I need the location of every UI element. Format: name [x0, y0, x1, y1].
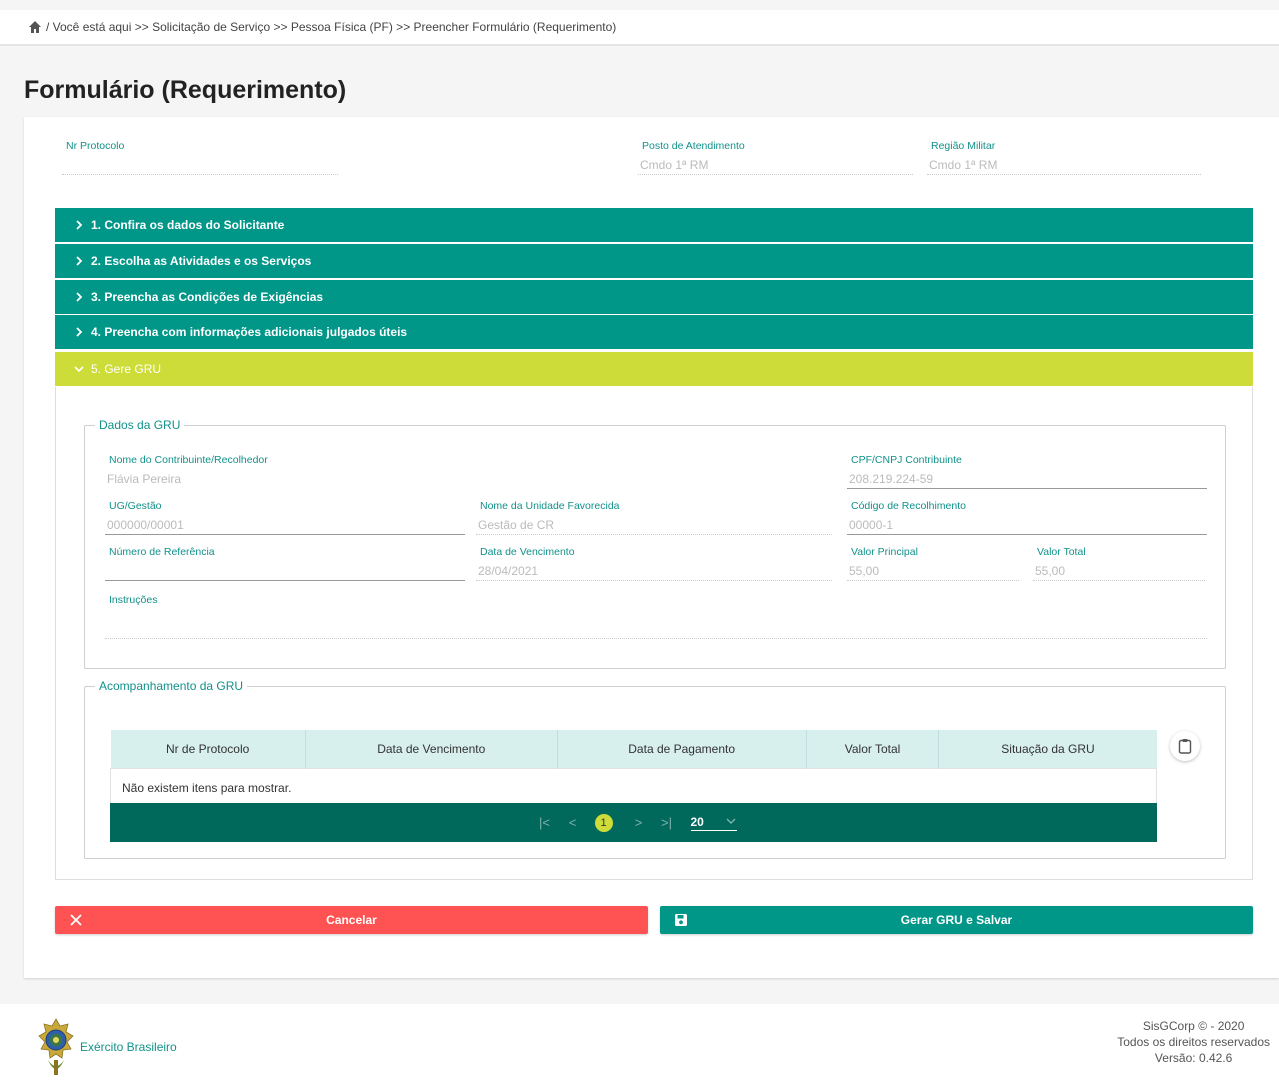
section-1-header[interactable]: 1. Confira os dados do Solicitante: [55, 208, 1253, 242]
total-input: 55,00: [1033, 562, 1205, 581]
home-icon[interactable]: [28, 20, 42, 34]
cpf-label: CPF/CNPJ Contribuinte: [851, 454, 962, 466]
post-label: Posto de Atendimento: [642, 140, 745, 152]
footer: Exército Brasileiro SisGCorp © - 2020 To…: [0, 1004, 1279, 1088]
footer-copyright: SisGCorp © - 2020: [1142, 1019, 1245, 1033]
principal-input: 55,00: [847, 562, 1019, 581]
section-1-label: 1. Confira os dados do Solicitante: [91, 218, 285, 232]
contributor-input: Flávia Pereira: [107, 472, 182, 486]
last-page-icon[interactable]: >|: [659, 815, 675, 830]
cpf-field: CPF/CNPJ Contribuinte 208.219.224-59: [847, 454, 1207, 489]
section-2-label: 2. Escolha as Atividades e os Serviços: [91, 254, 312, 268]
gru-tracking-table: Nr de Protocolo Data de Vencimento Data …: [110, 730, 1157, 807]
first-page-icon[interactable]: |<: [537, 815, 553, 830]
due-date-input: 28/04/2021: [476, 562, 832, 581]
gru-data-fieldset: Dados da GRU Nome do Contribuinte/Recolh…: [84, 418, 1226, 669]
total-label: Valor Total: [1037, 546, 1086, 558]
instructions-input[interactable]: [105, 610, 1207, 639]
clipboard-icon: [1178, 739, 1192, 754]
cpf-input: 208.219.224-59: [847, 470, 1207, 489]
protocol-label: Nr Protocolo: [66, 140, 125, 152]
footer-info: SisGCorp © - 2020 Todos os direitos rese…: [1117, 1018, 1270, 1066]
contributor-field: Nome do Contribuinte/Recolhedor Flávia P…: [105, 454, 825, 488]
ug-input: 000000/00001: [105, 516, 465, 535]
footer-version: Versão: 0.42.6: [1154, 1051, 1233, 1065]
region-label: Região Militar: [931, 140, 996, 152]
page-size-select[interactable]: 20: [690, 814, 737, 831]
section-3-label: 3. Preencha as Condições de Exigências: [91, 290, 324, 304]
chevron-right-icon: [76, 327, 83, 337]
due-date-field: Data de Vencimento 28/04/2021: [476, 546, 832, 581]
unit-name-label: Nome da Unidade Favorecida: [480, 500, 620, 512]
breadcrumb-text: / Você está aqui >> Solicitação de Servi…: [46, 20, 617, 34]
reference-label: Número de Referência: [109, 546, 215, 558]
page-size-value: 20: [690, 814, 704, 829]
region-field: Região Militar Cmdo 1ª RM: [927, 140, 1201, 175]
footer-rights: Todos os direitos reservados: [1117, 1035, 1270, 1049]
principal-label: Valor Principal: [851, 546, 918, 558]
contributor-label: Nome do Contribuinte/Recolhedor: [109, 454, 268, 466]
column-header[interactable]: Valor Total: [806, 730, 940, 769]
gru-tracking-legend: Acompanhamento da GRU: [99, 679, 244, 693]
reference-input[interactable]: [105, 562, 465, 581]
ug-field: UG/Gestão 000000/00001: [105, 500, 465, 535]
section-5-body: Dados da GRU Nome do Contribuinte/Recolh…: [55, 387, 1253, 880]
reference-field: Número de Referência: [105, 546, 465, 581]
chevron-right-icon: [76, 256, 83, 266]
principal-field: Valor Principal 55,00: [847, 546, 1019, 581]
section-5-header[interactable]: 5. Gere GRU: [55, 352, 1253, 386]
cancel-label: Cancelar: [326, 913, 377, 927]
section-4-label: 4. Preencha com informações adicionais j…: [91, 325, 408, 339]
post-input: Cmdo 1ª RM: [638, 156, 913, 175]
unit-name-field: Nome da Unidade Favorecida Gestão de CR: [476, 500, 832, 535]
form-card: Nr Protocolo Posto de Atendimento Cmdo 1…: [24, 117, 1279, 978]
army-emblem-logo: [38, 1018, 74, 1075]
column-header[interactable]: Situação da GRU: [938, 730, 1157, 769]
post-field: Posto de Atendimento Cmdo 1ª RM: [638, 140, 913, 175]
section-4-header[interactable]: 4. Preencha com informações adicionais j…: [55, 315, 1253, 349]
chevron-right-icon: [76, 220, 83, 230]
collection-code-input: 00000-1: [847, 516, 1207, 535]
instructions-field: Instruções: [105, 594, 1207, 639]
unit-name-input: Gestão de CR: [476, 516, 832, 535]
pager: |< < 1 > >| 20: [110, 803, 1157, 842]
instructions-label: Instruções: [109, 594, 158, 606]
column-header[interactable]: Data de Pagamento: [557, 730, 807, 769]
cancel-button[interactable]: Cancelar: [55, 906, 648, 934]
close-icon: [70, 914, 82, 926]
save-label: Gerar GRU e Salvar: [900, 913, 1013, 927]
section-3-header[interactable]: 3. Preencha as Condições de Exigências: [55, 280, 1253, 314]
next-page-icon[interactable]: >: [631, 815, 647, 830]
section-2-header[interactable]: 2. Escolha as Atividades e os Serviços: [55, 244, 1253, 278]
gru-data-legend: Dados da GRU: [99, 418, 181, 432]
gru-tracking-fieldset: Acompanhamento da GRU Nr de Protocolo Da…: [84, 679, 1226, 859]
region-input: Cmdo 1ª RM: [927, 156, 1201, 175]
chevron-down-icon: [726, 818, 735, 824]
section-5-label: 5. Gere GRU: [91, 362, 162, 376]
save-icon: [675, 914, 687, 926]
footer-org-name: Exército Brasileiro: [80, 1040, 177, 1054]
breadcrumb: / Você está aqui >> Solicitação de Servi…: [0, 10, 1279, 46]
prev-page-icon[interactable]: <: [565, 815, 581, 830]
generate-gru-save-button[interactable]: Gerar GRU e Salvar: [660, 906, 1253, 934]
collection-code-field: Código de Recolhimento 00000-1: [847, 500, 1207, 535]
current-page[interactable]: 1: [594, 813, 613, 832]
column-header[interactable]: Nr de Protocolo: [110, 730, 306, 769]
protocol-input[interactable]: [62, 156, 338, 175]
ug-label: UG/Gestão: [109, 500, 162, 512]
protocol-field: Nr Protocolo: [62, 140, 338, 175]
due-date-label: Data de Vencimento: [480, 546, 575, 558]
total-field: Valor Total 55,00: [1033, 546, 1205, 581]
clipboard-button[interactable]: [1170, 731, 1200, 761]
empty-message: Não existem itens para mostrar.: [110, 768, 1157, 807]
chevron-down-icon: [74, 366, 84, 373]
page-title: Formulário (Requerimento): [24, 76, 347, 104]
chevron-right-icon: [76, 292, 83, 302]
column-header[interactable]: Data de Vencimento: [305, 730, 558, 769]
collection-code-label: Código de Recolhimento: [851, 500, 966, 512]
